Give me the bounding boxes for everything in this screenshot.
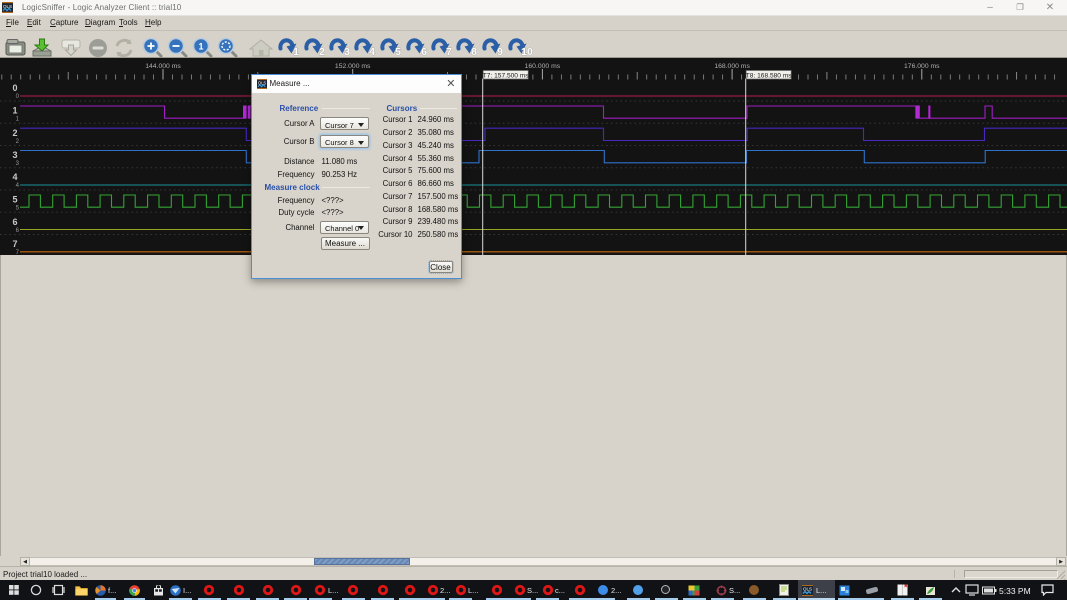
svg-text:T8: 168.580 ms: T8: 168.580 ms — [746, 72, 793, 79]
svg-text:9: 9 — [497, 46, 503, 58]
svg-text:1: 1 — [12, 106, 17, 116]
svg-text:T7: 157.500 ms: T7: 157.500 ms — [483, 72, 530, 79]
svg-text:4: 4 — [12, 172, 17, 182]
svg-text:6: 6 — [12, 217, 17, 227]
svg-text:1: 1 — [293, 46, 299, 58]
svg-text:4: 4 — [369, 46, 375, 58]
svg-text:6: 6 — [421, 46, 427, 58]
svg-text:3: 3 — [344, 46, 350, 58]
svg-text:152.000 ms: 152.000 ms — [335, 63, 371, 70]
svg-text:160.000 ms: 160.000 ms — [525, 63, 561, 70]
svg-text:3: 3 — [12, 150, 17, 160]
svg-text:8: 8 — [471, 46, 477, 58]
svg-text:7: 7 — [446, 46, 452, 58]
svg-text:2: 2 — [12, 128, 17, 138]
svg-text:OLS: OLS — [803, 587, 812, 592]
svg-text:5: 5 — [395, 46, 401, 58]
svg-text:7: 7 — [12, 239, 17, 249]
svg-text:2: 2 — [319, 46, 325, 58]
svg-text:144.000 ms: 144.000 ms — [145, 63, 181, 70]
svg-text:176.000 ms: 176.000 ms — [904, 63, 940, 70]
svg-text:10: 10 — [521, 46, 533, 58]
svg-text:1: 1 — [198, 42, 203, 52]
svg-text:OLS: OLS — [3, 4, 12, 9]
svg-text:0: 0 — [12, 83, 17, 93]
svg-text:5: 5 — [12, 195, 17, 205]
svg-text:168.000 ms: 168.000 ms — [714, 63, 750, 70]
